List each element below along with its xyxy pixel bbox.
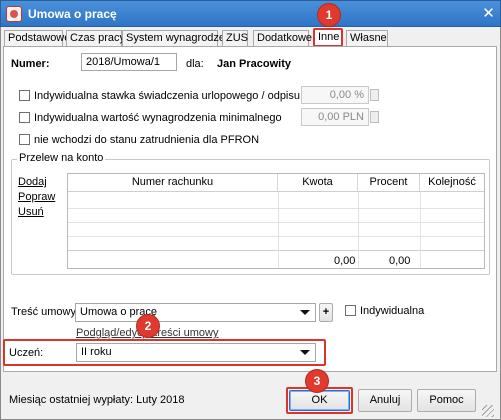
tab-dodatkowe[interactable]: Dodatkowe xyxy=(253,30,312,46)
indywidualna-checkbox[interactable] xyxy=(345,305,356,316)
wynagrodzenie-value-field[interactable]: 0,00 PLN xyxy=(301,108,369,126)
col-kolejnosc[interactable]: Kolejność xyxy=(420,174,484,192)
table-footer-line xyxy=(68,250,484,251)
table-row-line xyxy=(68,236,484,237)
stawka-value-field[interactable]: 0,00 % xyxy=(301,86,369,104)
tab-podstawowe[interactable]: Podstawowe xyxy=(4,30,70,46)
indywidualna-label: Indywidualna xyxy=(360,305,425,317)
wynagrodzenie-checkbox[interactable] xyxy=(19,112,30,123)
dla-label: dla: xyxy=(186,58,204,70)
uczen-label: Uczeń: xyxy=(9,347,44,359)
pfron-checkbox[interactable] xyxy=(19,134,30,145)
annotation-badge-3: 3 xyxy=(306,370,328,392)
add-tresc-button[interactable]: + xyxy=(319,303,333,322)
usun-link[interactable]: Usuń xyxy=(18,206,44,218)
tab-zus[interactable]: ZUS xyxy=(222,30,248,46)
table-row-line xyxy=(68,208,484,209)
wynagrodzenie-spin-button[interactable] xyxy=(370,111,379,123)
help-button[interactable]: Pomoc xyxy=(417,389,476,412)
numer-input[interactable]: 2018/Umowa/1 xyxy=(81,53,177,71)
window-title: Umowa o pracę xyxy=(28,7,117,21)
employee-name: Jan Pracowity xyxy=(217,58,291,70)
tab-inne[interactable]: Inne xyxy=(313,28,343,47)
numer-label: Numer: xyxy=(11,58,50,70)
uczen-combo-value: II roku xyxy=(81,346,112,358)
title-bar: Umowa o pracę ✕ xyxy=(0,0,501,27)
app-icon xyxy=(6,6,22,22)
tab-system-wynagrodzen[interactable]: System wynagrodzeń xyxy=(122,30,231,46)
close-button[interactable]: ✕ xyxy=(479,5,498,23)
col-kwota[interactable]: Kwota xyxy=(278,174,358,192)
uczen-combo[interactable]: II roku xyxy=(76,343,316,362)
wynagrodzenie-label: Indywidualna wartość wynagrodzenia minim… xyxy=(34,112,282,124)
tab-wlasne[interactable]: Własne xyxy=(346,30,388,46)
table-col-line xyxy=(358,192,359,268)
annotation-badge-1: 1 xyxy=(318,4,340,26)
status-text: Miesiąc ostatniej wypłaty: Luty 2018 xyxy=(9,394,185,406)
stawka-label: Indywidualna stawka świadczenia urlopowe… xyxy=(34,90,347,102)
cancel-button[interactable]: Anuluj xyxy=(358,389,412,412)
dodaj-link[interactable]: Dodaj xyxy=(18,176,47,188)
przelew-title: Przelew na konto xyxy=(17,152,106,164)
accounts-table[interactable]: Numer rachunku Kwota Procent Kolejność 0… xyxy=(67,173,485,269)
pfron-label: nie wchodzi do stanu zatrudnienia dla PF… xyxy=(34,134,260,146)
tresc-label: Treść umowy: xyxy=(11,306,80,318)
tresc-combo[interactable]: Umowa o pracę xyxy=(75,303,316,322)
ok-button[interactable]: OK xyxy=(289,390,350,411)
col-procent[interactable]: Procent xyxy=(358,174,420,192)
resize-grip-icon[interactable] xyxy=(482,405,494,417)
table-col-line xyxy=(278,192,279,268)
annotation-badge-2: 2 xyxy=(137,315,159,337)
col-numer-rachunku[interactable]: Numer rachunku xyxy=(68,174,278,192)
table-col-line xyxy=(420,192,421,268)
stawka-spin-button[interactable] xyxy=(370,89,379,101)
total-procent: 0,00 xyxy=(389,255,411,267)
stawka-checkbox[interactable] xyxy=(19,90,30,101)
tab-czas-pracy[interactable]: Czas pracy xyxy=(66,30,125,46)
popraw-link[interactable]: Popraw xyxy=(18,191,55,203)
table-row-line xyxy=(68,222,484,223)
total-kwota: 0,00 xyxy=(334,255,356,267)
chevron-down-icon xyxy=(300,310,310,315)
chevron-down-icon xyxy=(300,350,310,355)
